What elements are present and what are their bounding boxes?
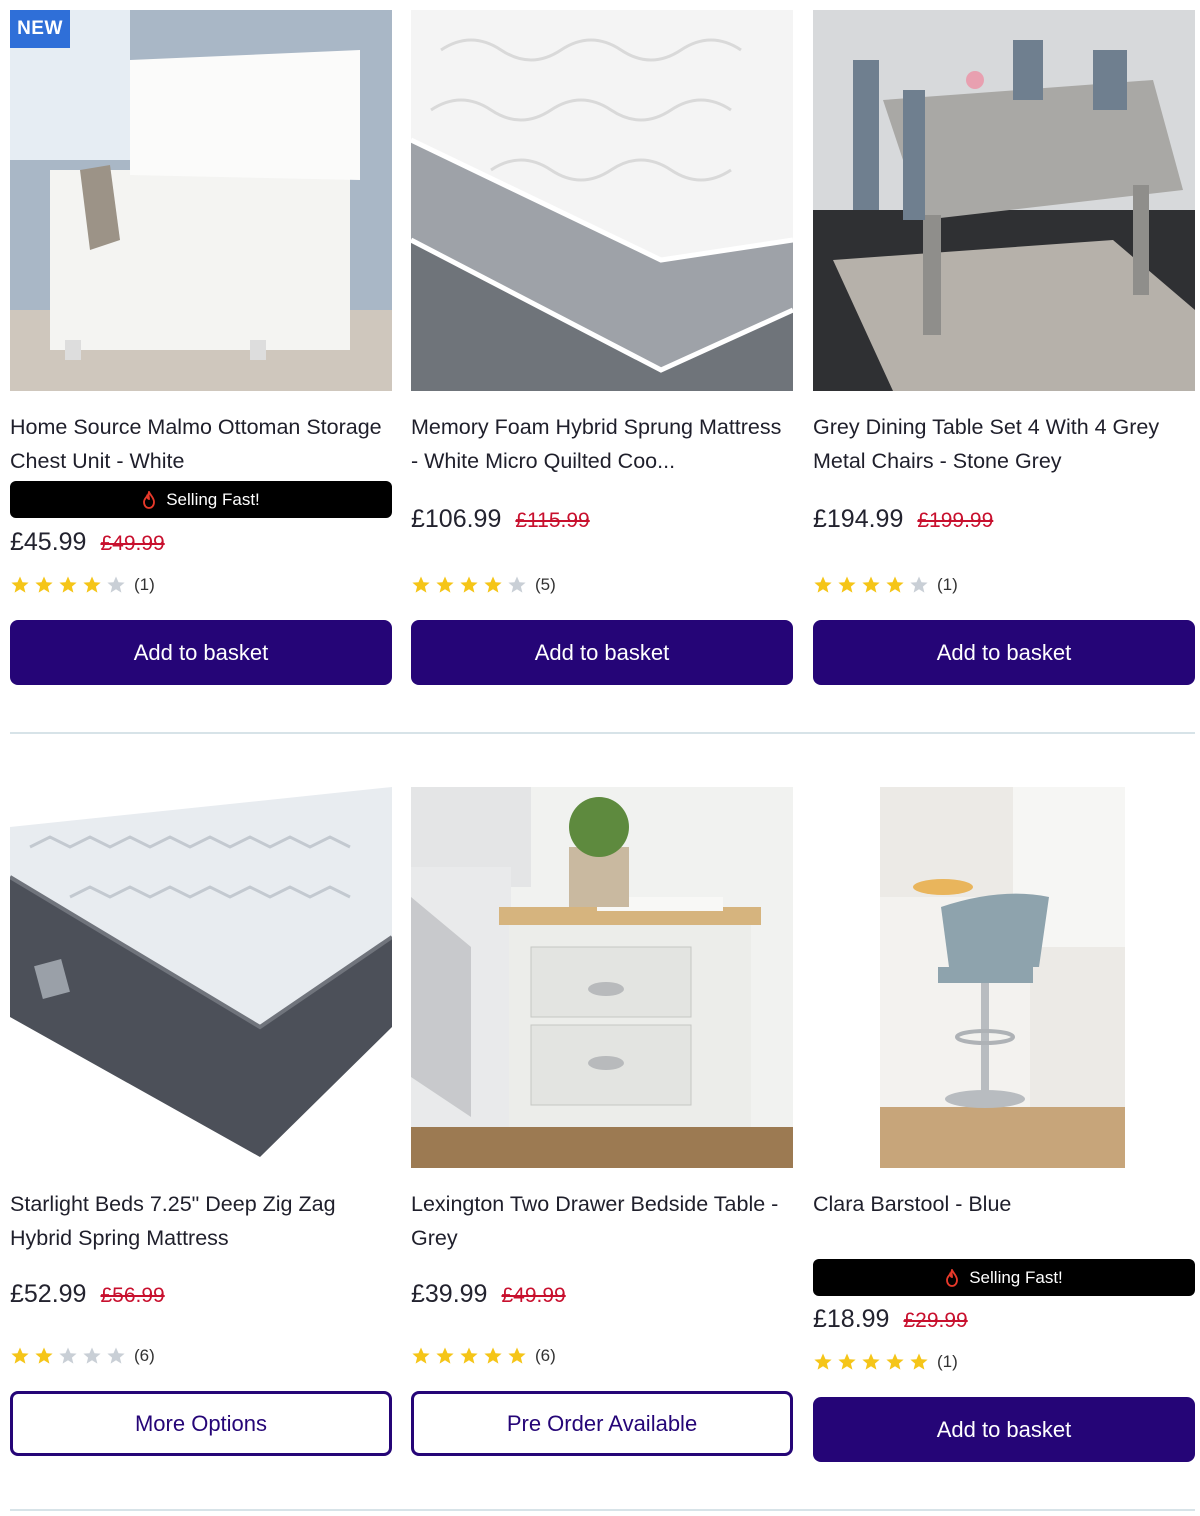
product-title[interactable]: Lexington Two Drawer Bedside Table - Gre… <box>411 1187 793 1255</box>
star-rating: (1) <box>813 1352 958 1372</box>
product-image[interactable] <box>411 787 793 1168</box>
current-price: £52.99 <box>10 1280 87 1308</box>
was-price: £56.99 <box>100 1284 165 1307</box>
flame-icon <box>143 490 156 509</box>
star-icon <box>35 576 53 593</box>
star-icon <box>83 1347 101 1364</box>
review-count[interactable]: (1) <box>937 575 958 595</box>
star-icon <box>59 1347 77 1364</box>
add-to-basket-button[interactable]: Add to basket <box>813 620 1195 685</box>
was-price: £49.99 <box>501 1284 566 1307</box>
row-divider <box>10 732 1195 734</box>
product-image[interactable] <box>813 10 1195 391</box>
product-title[interactable]: Home Source Malmo Ottoman Storage Chest … <box>10 410 392 478</box>
product-image[interactable] <box>411 10 793 391</box>
was-price: £115.99 <box>515 509 590 532</box>
current-price: £18.99 <box>813 1305 890 1333</box>
star-icon <box>107 576 125 593</box>
add-to-basket-button[interactable]: Add to basket <box>10 620 392 685</box>
star-icon <box>412 576 430 593</box>
more-options-button[interactable]: More Options <box>10 1391 392 1456</box>
review-count[interactable]: (5) <box>535 575 556 595</box>
star-rating: (6) <box>411 1346 556 1366</box>
star-icon <box>838 576 856 593</box>
star-icon <box>107 1347 125 1364</box>
star-rating: (6) <box>10 1346 155 1366</box>
selling-fast-label: Selling Fast! <box>166 489 260 509</box>
pre-order-button[interactable]: Pre Order Available <box>411 1391 793 1456</box>
star-icon <box>11 576 29 593</box>
product-image[interactable] <box>10 787 392 1168</box>
add-to-basket-button[interactable]: Add to basket <box>411 620 793 685</box>
star-icon <box>910 1353 928 1370</box>
star-icon <box>436 576 454 593</box>
selling-fast-badge: Selling Fast! <box>813 1259 1195 1296</box>
review-count[interactable]: (1) <box>937 1352 958 1372</box>
current-price: £194.99 <box>813 505 904 533</box>
star-icon <box>910 576 928 593</box>
star-rating: (1) <box>10 575 155 595</box>
star-icon <box>862 576 880 593</box>
product-image[interactable] <box>813 787 1195 1168</box>
row-divider <box>10 1509 1195 1511</box>
product-image[interactable]: NEW <box>10 10 392 391</box>
star-icon <box>508 576 526 593</box>
price-block: £194.99 £199.99 <box>813 505 993 534</box>
review-count[interactable]: (6) <box>535 1346 556 1366</box>
was-price: £199.99 <box>917 509 994 532</box>
product-title[interactable]: Grey Dining Table Set 4 With 4 Grey Meta… <box>813 410 1195 478</box>
star-icon <box>886 1353 904 1370</box>
star-icon <box>508 1347 526 1364</box>
review-count[interactable]: (6) <box>134 1346 155 1366</box>
add-to-basket-button[interactable]: Add to basket <box>813 1397 1195 1462</box>
product-title[interactable]: Starlight Beds 7.25" Deep Zig Zag Hybrid… <box>10 1187 392 1255</box>
star-icon <box>886 576 904 593</box>
price-block: £18.99 £29.99 <box>813 1305 968 1334</box>
new-badge: NEW <box>10 10 70 48</box>
star-icon <box>412 1347 430 1364</box>
price-block: £52.99 £56.99 <box>10 1280 165 1309</box>
star-icon <box>838 1353 856 1370</box>
price-block: £106.99 £115.99 <box>411 505 590 534</box>
star-rating: (5) <box>411 575 556 595</box>
was-price: £49.99 <box>100 532 165 555</box>
product-title[interactable]: Clara Barstool - Blue <box>813 1187 1195 1221</box>
product-title[interactable]: Memory Foam Hybrid Sprung Mattress - Whi… <box>411 410 793 478</box>
star-icon <box>460 1347 478 1364</box>
review-count[interactable]: (1) <box>134 575 155 595</box>
current-price: £45.99 <box>10 528 87 556</box>
selling-fast-label: Selling Fast! <box>969 1267 1063 1287</box>
star-icon <box>460 576 478 593</box>
selling-fast-badge: Selling Fast! <box>10 481 392 518</box>
flame-icon <box>946 1268 959 1287</box>
star-icon <box>862 1353 880 1370</box>
star-icon <box>814 576 832 593</box>
star-icon <box>83 576 101 593</box>
current-price: £39.99 <box>411 1280 488 1308</box>
star-icon <box>484 576 502 593</box>
price-block: £39.99 £49.99 <box>411 1280 566 1309</box>
star-icon <box>35 1347 53 1364</box>
star-icon <box>484 1347 502 1364</box>
star-rating: (1) <box>813 575 958 595</box>
price-block: £45.99 £49.99 <box>10 528 165 557</box>
current-price: £106.99 <box>411 505 502 533</box>
was-price: £29.99 <box>903 1309 968 1332</box>
star-icon <box>59 576 77 593</box>
star-icon <box>814 1353 832 1370</box>
star-icon <box>11 1347 29 1364</box>
star-icon <box>436 1347 454 1364</box>
